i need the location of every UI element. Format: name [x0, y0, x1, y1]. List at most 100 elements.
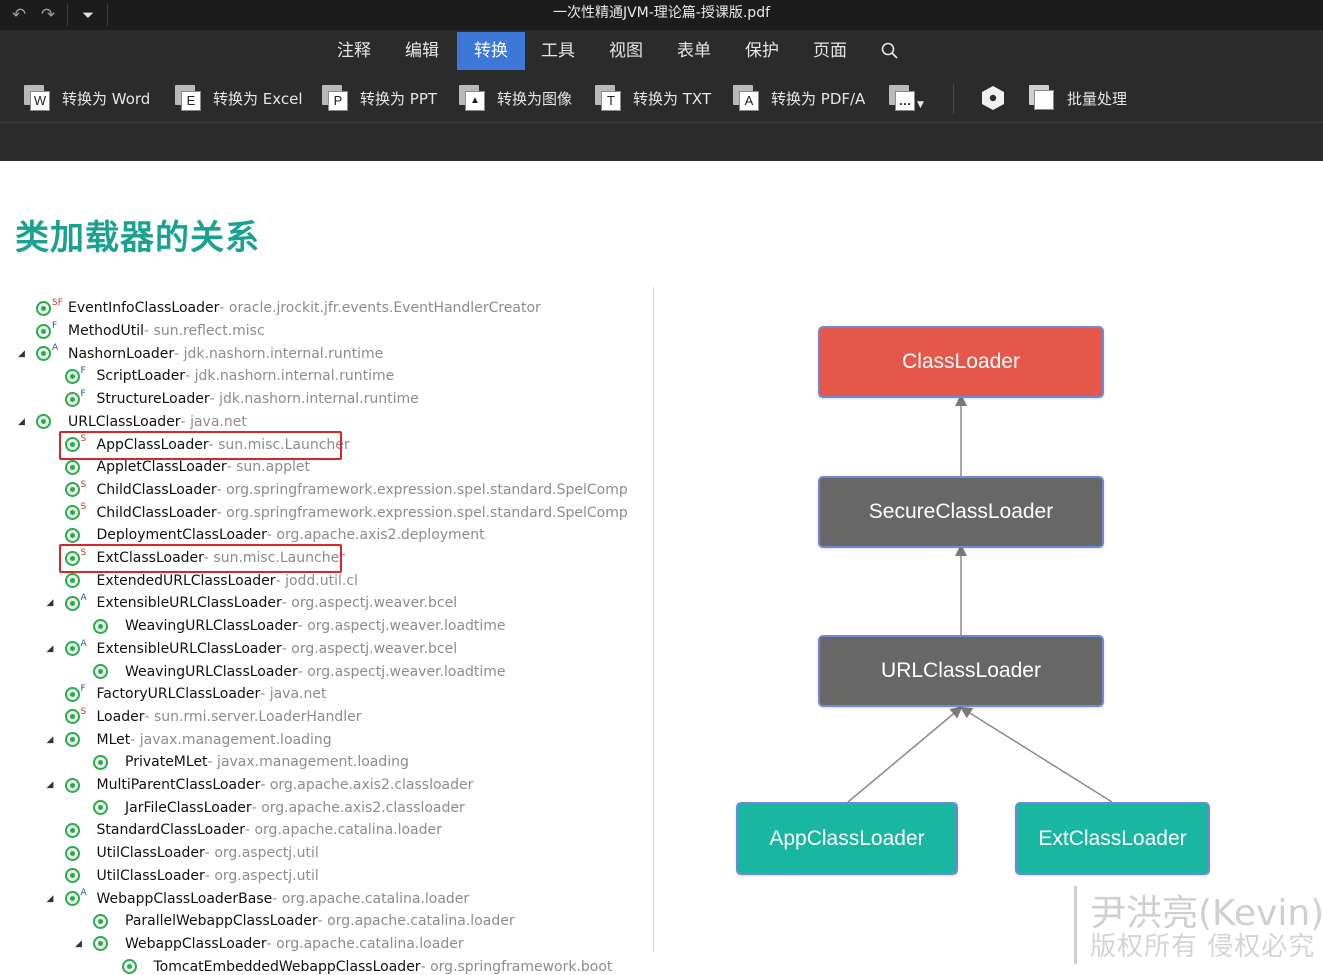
class-icon: [64, 459, 80, 475]
tree-row[interactable]: PrivateMLet - javax.management.loading: [93, 751, 409, 774]
tree-row[interactable]: S Loader - sun.rmi.server.LoaderHandler: [64, 706, 362, 729]
tree-expander-icon[interactable]: ◢: [47, 598, 57, 608]
convert-to-ppt-button[interactable]: P 转换为 PPT: [322, 82, 437, 114]
search-icon[interactable]: [881, 42, 899, 60]
convert-to-excel-button[interactable]: E 转换为 Excel: [175, 82, 303, 114]
class-package: - org.aspectj.util: [204, 867, 319, 884]
class-package: - org.apache.axis2.deployment: [266, 527, 485, 544]
tree-expander-icon[interactable]: ◢: [47, 780, 57, 790]
class-package: - org.springframework.boot: [420, 958, 613, 975]
tree-row[interactable]: ◢ A ExtensibleURLClassLoader - org.aspectj…: [47, 592, 458, 615]
tree-row[interactable]: F FactoryURLClassLoader - java.net: [64, 683, 326, 706]
class-name: UtilClassLoader: [96, 867, 205, 884]
class-name: MethodUtil: [68, 323, 145, 340]
tree-row[interactable]: F MethodUtil - sun.reflect.misc: [36, 320, 265, 343]
class-icon: [93, 800, 108, 816]
class-modifier-badge: S: [80, 706, 87, 717]
ribbon: 注释 编辑 转换 工具 视图 表单 保护 页面 W 转换为 Word E 转换为…: [0, 30, 1323, 161]
class-package: - org.apache.axis2.classloader: [260, 777, 474, 794]
tab-view[interactable]: 视图: [597, 32, 655, 70]
class-package: - jdk.nashorn.internal.runtime: [174, 345, 384, 362]
class-icon: [64, 845, 80, 861]
slide-title: 类加载器的关系: [15, 218, 260, 258]
class-package: - org.aspectj.util: [204, 845, 319, 862]
batch-process-button[interactable]: 批量处理: [1029, 82, 1127, 114]
tree-row[interactable]: WeavingURLClassLoader - org.aspectj.weav…: [93, 615, 506, 638]
convert-to-pdfa-button[interactable]: A 转换为 PDF/A: [733, 82, 865, 114]
class-icon: [64, 482, 80, 498]
tree-row[interactable]: F StructureLoader - jdk.nashorn.internal.…: [64, 388, 419, 411]
tab-edit[interactable]: 编辑: [393, 32, 451, 70]
class-icon: [93, 618, 108, 634]
tree-row[interactable]: ◢ WebappClassLoader - org.apache.catalina…: [75, 933, 464, 956]
class-modifier-badge: A: [52, 343, 59, 354]
tree-expander-icon[interactable]: ◢: [18, 349, 28, 359]
class-modifier-badge: S: [80, 479, 87, 490]
watermark-bar: [1074, 886, 1077, 964]
tree-expander-icon[interactable]: ◢: [18, 417, 28, 427]
ribbon-divider: [0, 122, 1323, 123]
convert-to-image-label: 转换为图像: [497, 89, 573, 108]
class-icon: [64, 822, 80, 838]
tab-tools[interactable]: 工具: [529, 32, 587, 70]
tree-row[interactable]: ◢ A ExtensibleURLClassLoader - org.aspectj…: [47, 638, 458, 661]
class-name: EventInfoClassLoader: [68, 300, 220, 317]
tree-row[interactable]: S ChildClassLoader - org.springframework.…: [64, 479, 628, 502]
more-formats-button[interactable]: … ▼: [889, 82, 924, 114]
tab-convert[interactable]: 转换: [457, 32, 525, 70]
convert-to-image-button[interactable]: ▲ 转换为图像: [459, 82, 572, 114]
menu-tabs: 注释 编辑 转换 工具 视图 表单 保护 页面: [0, 30, 1323, 72]
tab-forms[interactable]: 表单: [665, 32, 723, 70]
tab-annotate[interactable]: 注释: [325, 32, 383, 70]
class-name: ScriptLoader: [96, 368, 186, 385]
class-icon: [64, 777, 80, 793]
tree-expander-icon[interactable]: ◢: [47, 735, 57, 745]
tree-row[interactable]: SF EventInfoClassLoader - oracle.jrockit.…: [36, 297, 541, 320]
convert-to-word-label: 转换为 Word: [62, 89, 151, 108]
pdfa-file-icon: A: [733, 85, 759, 111]
tree-row[interactable]: JarFileClassLoader - org.apache.axis2.cl…: [93, 796, 465, 819]
class-icon: [64, 505, 80, 521]
tab-pages[interactable]: 页面: [801, 32, 859, 70]
batch-process-icon: [1029, 85, 1055, 111]
tree-row[interactable]: ◢ A NashornLoader - jdk.nashorn.internal.r…: [18, 342, 384, 365]
highlight-box-extclassloader: [59, 544, 342, 573]
tree-row[interactable]: ◢ MLet - javax.management.loading: [47, 728, 332, 751]
tree-expander-icon[interactable]: ◢: [75, 939, 85, 949]
tree-row[interactable]: ◢ A WebappClassLoaderBase - org.apache.cat…: [47, 887, 470, 910]
highlight-box-appclassloader: [59, 431, 342, 460]
class-modifier-badge: F: [52, 320, 58, 331]
tree-row[interactable]: StandardClassLoader - org.apache.catalin…: [64, 819, 442, 842]
tree-row[interactable]: WeavingURLClassLoader - org.aspectj.weav…: [93, 660, 506, 683]
class-name: URLClassLoader: [68, 413, 181, 430]
class-package: - jodd.util.cl: [275, 572, 358, 589]
tree-row[interactable]: F ScriptLoader - jdk.nashorn.internal.run…: [64, 365, 394, 388]
convert-to-txt-button[interactable]: T 转换为 TXT: [595, 82, 711, 114]
document-title: 一次性精通JVM-理论篇-授课版.pdf: [552, 5, 771, 21]
tab-protect[interactable]: 保护: [733, 32, 791, 70]
tree-expander-icon[interactable]: ◢: [47, 644, 57, 654]
convert-to-word-button[interactable]: W 转换为 Word: [24, 82, 150, 114]
tree-row[interactable]: TomcatEmbeddedWebappClassLoader - org.sp…: [121, 955, 613, 975]
class-name: AppletClassLoader: [96, 459, 227, 476]
ocr-button[interactable]: [979, 82, 1007, 114]
batch-process-label: 批量处理: [1067, 89, 1128, 108]
tree-row[interactable]: S ChildClassLoader - org.springframework.…: [64, 501, 628, 524]
class-icon: [64, 595, 80, 611]
class-icon: [64, 709, 80, 725]
class-package: - org.springframework.expression.spel.st…: [216, 481, 628, 498]
class-name: WebappClassLoaderBase: [96, 890, 273, 907]
class-icon: [93, 936, 108, 952]
convert-to-txt-label: 转换为 TXT: [633, 89, 712, 108]
toolbar-separator: [953, 84, 954, 114]
tree-row[interactable]: UtilClassLoader - org.aspectj.util: [64, 842, 319, 865]
tree-row[interactable]: ParallelWebappClassLoader - org.apache.c…: [93, 910, 515, 933]
tree-row[interactable]: UtilClassLoader - org.aspectj.util: [64, 865, 319, 888]
tree-row[interactable]: ◢ MultiParentClassLoader - org.apache.axi…: [47, 774, 474, 797]
node-extclassloader: ExtClassLoader: [1015, 802, 1210, 875]
convert-to-ppt-label: 转换为 PPT: [360, 89, 438, 108]
ocr-hexagon-icon: [982, 86, 1004, 110]
tree-expander-icon[interactable]: ◢: [47, 894, 57, 904]
tree-row[interactable]: ◢ URLClassLoader - java.net: [18, 411, 247, 434]
class-name: StructureLoader: [96, 391, 210, 408]
